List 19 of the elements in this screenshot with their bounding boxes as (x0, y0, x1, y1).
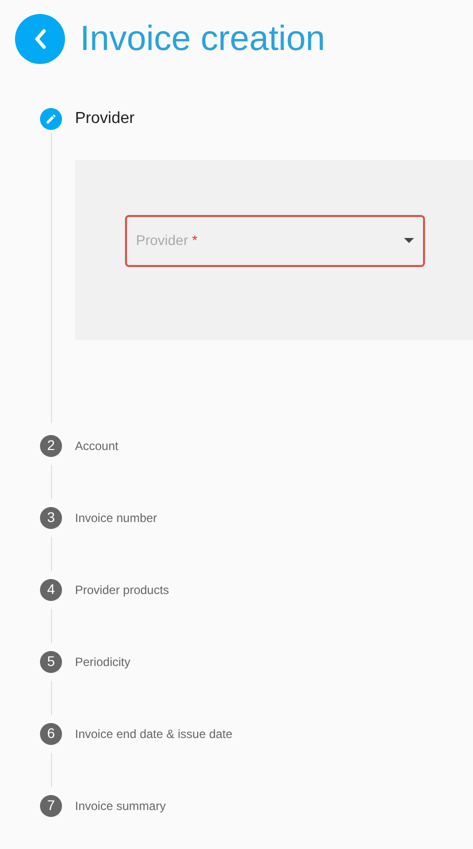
caret-icon (404, 238, 414, 243)
step-label: Invoice number (75, 510, 158, 526)
step-number: 2 (40, 434, 62, 456)
step-number: 5 (40, 650, 62, 672)
step-label: Periodicity (75, 654, 130, 670)
select-placeholder: Provider * (136, 231, 198, 250)
chevron-left-icon (33, 28, 47, 50)
page-title: Invoice creation (80, 18, 326, 60)
step-label: Invoice end date & issue date (75, 726, 232, 742)
step-label: Invoice summary (75, 798, 166, 814)
step-number: 7 (40, 794, 62, 816)
step-number: 3 (40, 506, 62, 528)
back-button[interactable] (15, 14, 65, 64)
provider-select[interactable]: Provider * (125, 214, 425, 266)
step-number: 4 (40, 578, 62, 600)
step-number: 6 (40, 722, 62, 744)
step-label: Provider (75, 108, 135, 128)
step-label: Account (75, 438, 118, 454)
step-label: Provider products (75, 582, 170, 598)
